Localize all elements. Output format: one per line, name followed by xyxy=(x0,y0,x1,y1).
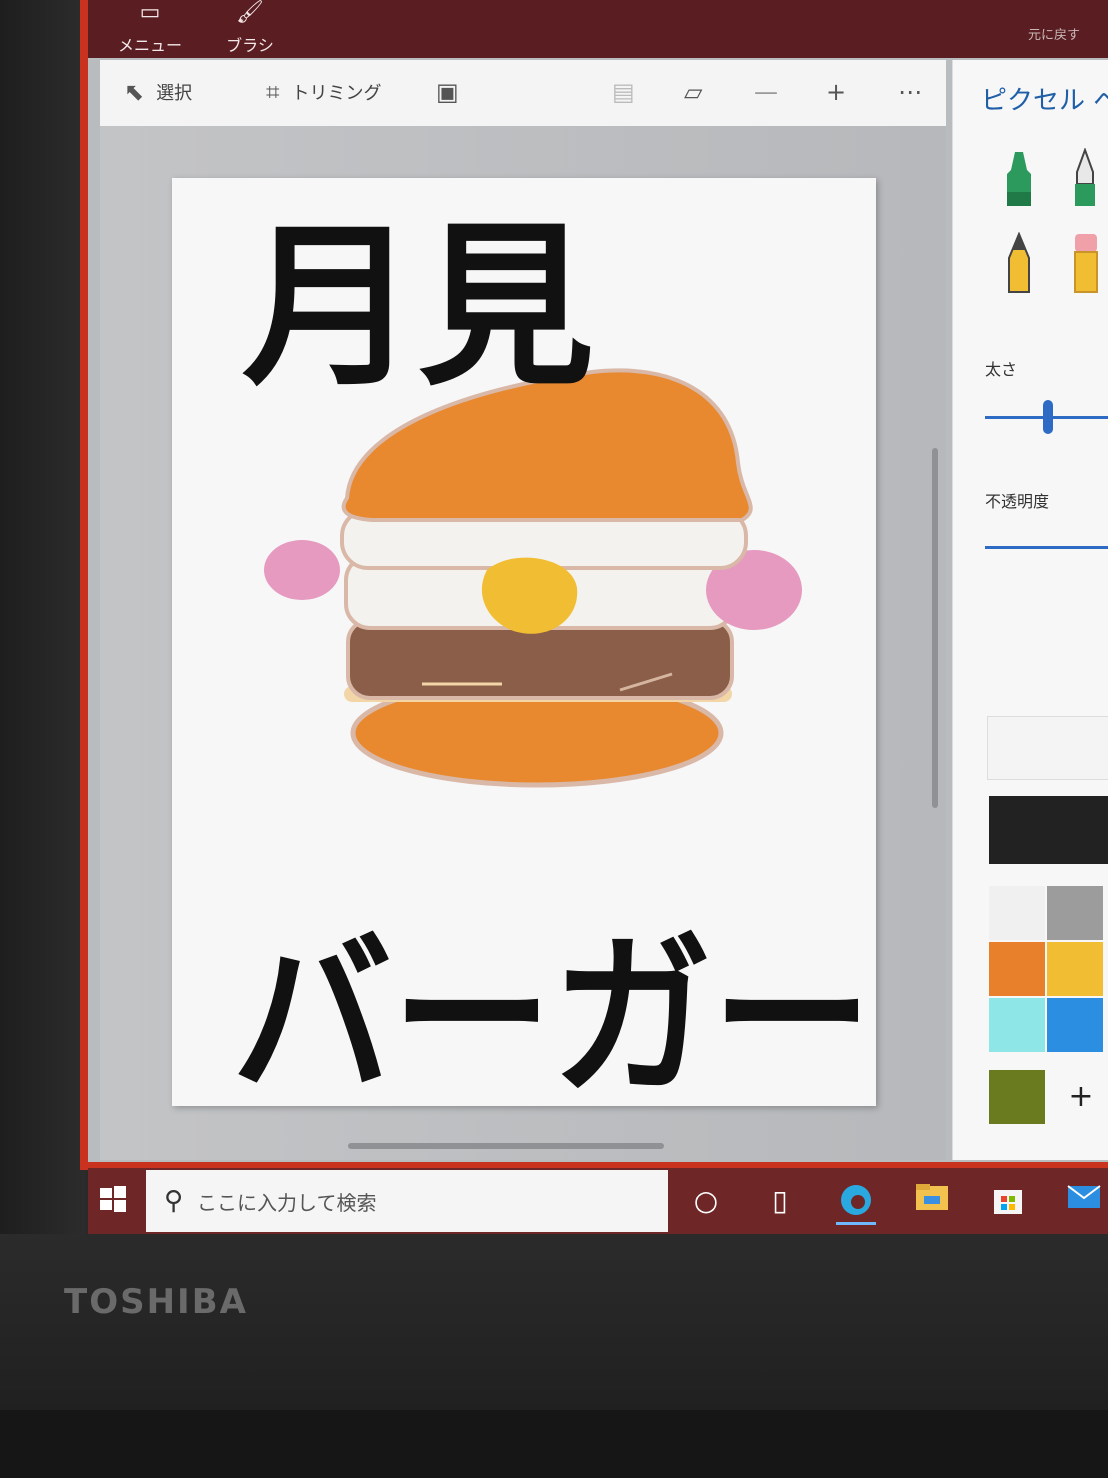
opacity-slider[interactable] xyxy=(985,546,1108,549)
pencil-icon[interactable] xyxy=(1001,232,1037,294)
search-placeholder: ここに入力して検索 xyxy=(197,1190,377,1215)
view-tool[interactable]: ▱ xyxy=(684,78,714,106)
crop-icon: ⌗ xyxy=(266,78,280,106)
top-caption: 月見 xyxy=(242,205,594,410)
thickness-slider-thumb[interactable] xyxy=(1043,400,1053,434)
menu-label: メニュー xyxy=(117,36,182,55)
crop-tool[interactable]: ⌗ トリミング xyxy=(266,78,382,106)
swatch-yellow[interactable] xyxy=(1047,942,1103,996)
calligraphy-pen-icon[interactable] xyxy=(1067,148,1103,210)
add-color-button[interactable]: + xyxy=(1053,1070,1108,1126)
brush-side-panel: ピクセル ペン 太さ 不透明度 + xyxy=(952,60,1108,1160)
task-view-icon[interactable]: ▯ xyxy=(760,1182,800,1222)
swatch-gray[interactable] xyxy=(1047,886,1103,940)
swatch-light-blue[interactable] xyxy=(989,998,1045,1052)
magic-select-icon: ▣ xyxy=(436,78,459,106)
select-tool[interactable]: ⬉ 選択 xyxy=(124,78,192,106)
opacity-label: 不透明度 xyxy=(985,492,1050,511)
minus-icon: — xyxy=(754,78,778,106)
eraser-icon[interactable] xyxy=(1067,232,1103,294)
select-label: 選択 xyxy=(156,83,193,104)
brush-icon: 🖌 xyxy=(236,0,264,25)
plus-icon: + xyxy=(826,78,847,106)
bottom-caption: バーガー xyxy=(232,915,872,1106)
sticker-tool[interactable]: ▤ xyxy=(612,78,647,106)
drawing-canvas[interactable]: 月見 バーガー xyxy=(172,178,876,1120)
edge-browser-icon[interactable] xyxy=(836,1182,876,1225)
store-icon[interactable] xyxy=(988,1182,1028,1222)
brush-button[interactable]: 🖌 ブラシ xyxy=(210,0,290,58)
brush-label: ブラシ xyxy=(226,36,274,55)
more-button[interactable]: ⋯ xyxy=(898,78,934,106)
crop-label: トリミング xyxy=(291,83,382,104)
swatch-white[interactable] xyxy=(989,886,1045,940)
toolbar: ⬉ 選択 ⌗ トリミング ▣ ▤ ▱ — + ⋯ xyxy=(100,60,946,127)
zoom-out-button[interactable]: — xyxy=(754,78,790,106)
swatch-blue[interactable] xyxy=(1047,998,1103,1052)
vertical-scrollbar[interactable] xyxy=(932,448,938,808)
current-color[interactable] xyxy=(989,796,1108,864)
swatch-orange[interactable] xyxy=(989,942,1045,996)
cursor-icon: ⬉ xyxy=(124,78,145,106)
swatch-olive[interactable] xyxy=(989,1070,1045,1124)
folder-icon: ▭ xyxy=(139,0,161,25)
ham-left xyxy=(264,540,340,600)
monitor-bezel-left xyxy=(0,0,85,1240)
magic-select-tool[interactable]: ▣ xyxy=(436,78,471,106)
file-explorer-icon[interactable] xyxy=(912,1182,952,1222)
marker-icon[interactable] xyxy=(1001,148,1037,210)
color-picker-box[interactable] xyxy=(987,716,1108,780)
zoom-in-button[interactable]: + xyxy=(826,78,858,106)
flag-icon: ▱ xyxy=(684,78,703,106)
undo-button[interactable]: 元に戻す xyxy=(1028,24,1108,43)
windows-start-icon[interactable] xyxy=(98,1184,128,1214)
more-icon: ⋯ xyxy=(898,78,922,106)
menu-button[interactable]: ▭ メニュー xyxy=(110,0,190,58)
horizontal-scrollbar[interactable] xyxy=(348,1143,664,1149)
taskbar: ⚲ ここに入力して検索 ○ ▯ xyxy=(88,1168,1108,1234)
search-icon: ⚲ xyxy=(164,1186,184,1216)
brand-logo: TOSHIBA xyxy=(64,1282,248,1322)
panel-title: ピクセル ペン xyxy=(981,86,1108,116)
mail-icon[interactable] xyxy=(1064,1182,1104,1222)
drawing: 月見 バーガー xyxy=(232,205,872,1120)
taskbar-search-box[interactable]: ⚲ ここに入力して検索 xyxy=(146,1170,668,1232)
sticker-icon: ▤ xyxy=(612,78,635,106)
laptop-hinge xyxy=(0,1410,1108,1478)
thickness-label: 太さ xyxy=(985,360,1018,379)
title-bar: ▭ メニュー 🖌 ブラシ 元に戻す xyxy=(88,0,1108,58)
cortana-icon[interactable]: ○ xyxy=(686,1182,726,1222)
